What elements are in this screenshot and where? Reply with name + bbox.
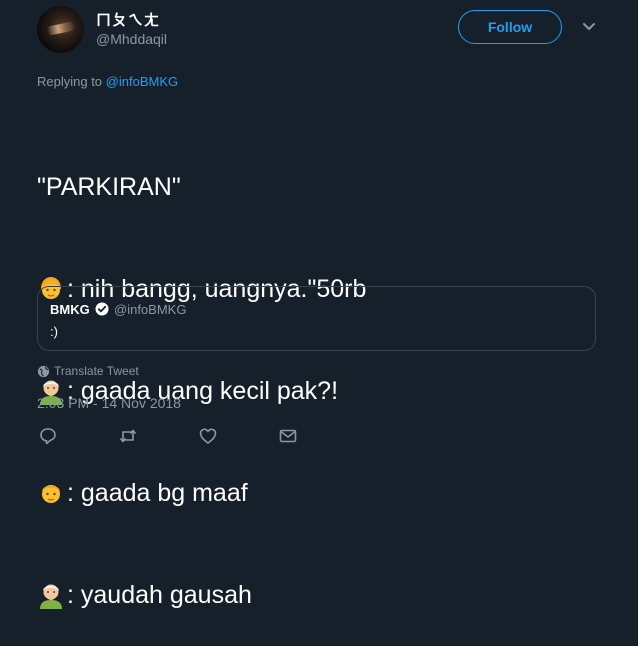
old-man-emoji-icon xyxy=(40,584,62,609)
quote-author-handle: @infoBMKG xyxy=(114,302,187,317)
person-blond-emoji-icon xyxy=(42,485,60,503)
translate-label: Translate Tweet xyxy=(54,364,139,378)
reply-icon[interactable] xyxy=(38,426,58,446)
globe-icon xyxy=(37,365,50,377)
quote-author-name: BMKG xyxy=(50,302,90,317)
chevron-down-icon[interactable] xyxy=(581,18,597,34)
tweet-line-text: "PARKIRAN" xyxy=(37,173,181,201)
reply-mention-link[interactable]: @infoBMKG xyxy=(106,74,178,89)
tweet-line: : yaudah gausah xyxy=(37,578,366,612)
message-icon[interactable] xyxy=(278,426,298,446)
tweet-line: : gaada bg maaf xyxy=(37,476,366,510)
replying-prefix: Replying to xyxy=(37,74,106,89)
replying-to: Replying to @infoBMKG xyxy=(37,74,178,89)
follow-button[interactable]: Follow xyxy=(458,10,562,44)
tweet-timestamp[interactable]: 2:03 PM - 14 Nov 2018 xyxy=(37,395,181,411)
tweet-line-text: : gaada bg maaf xyxy=(67,479,248,507)
retweet-icon[interactable] xyxy=(118,426,138,446)
tweet-line: "PARKIRAN" xyxy=(37,170,366,204)
quote-text: :) xyxy=(50,324,58,339)
display-name[interactable]: ㄇㄆㄟㄤ xyxy=(96,9,160,30)
verified-badge-icon xyxy=(95,302,109,316)
quoted-tweet[interactable]: BMKG @infoBMKG :) xyxy=(37,286,596,351)
user-handle[interactable]: @Mhddaqil xyxy=(96,31,167,47)
avatar[interactable] xyxy=(37,6,84,53)
tweet-line-text: : yaudah gausah xyxy=(67,581,252,609)
like-icon[interactable] xyxy=(198,426,218,446)
translate-tweet-link[interactable]: Translate Tweet xyxy=(37,364,139,378)
